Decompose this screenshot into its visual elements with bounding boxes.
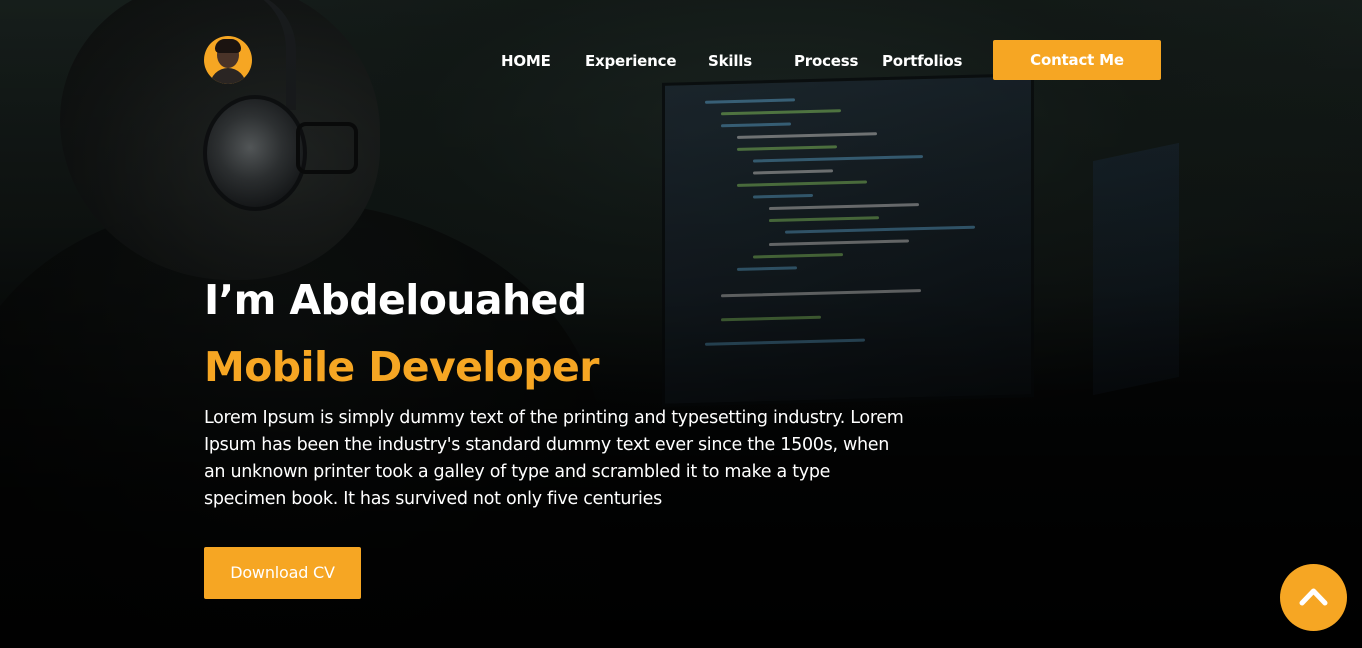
avatar-hair [215, 39, 241, 53]
hero-description: Lorem Ipsum is simply dummy text of the … [204, 408, 904, 509]
nav-item-skills[interactable]: Skills [708, 50, 752, 72]
chevron-up-icon [1299, 588, 1328, 606]
avatar[interactable] [204, 36, 252, 84]
scroll-to-top-button[interactable] [1280, 564, 1347, 631]
hero-role: Mobile Developer [204, 343, 599, 391]
download-cv-button[interactable]: Download CV [204, 547, 361, 599]
nav-item-portfolios[interactable]: Portfolios [882, 50, 962, 72]
nav-item-experience[interactable]: Experience [585, 50, 676, 72]
nav-item-home[interactable]: HOME [501, 50, 551, 72]
contact-me-button[interactable]: Contact Me [993, 40, 1161, 80]
hero-title: I’m Abdelouahed [204, 276, 587, 324]
nav-item-process[interactable]: Process [794, 50, 858, 72]
avatar-shirt [210, 68, 246, 84]
